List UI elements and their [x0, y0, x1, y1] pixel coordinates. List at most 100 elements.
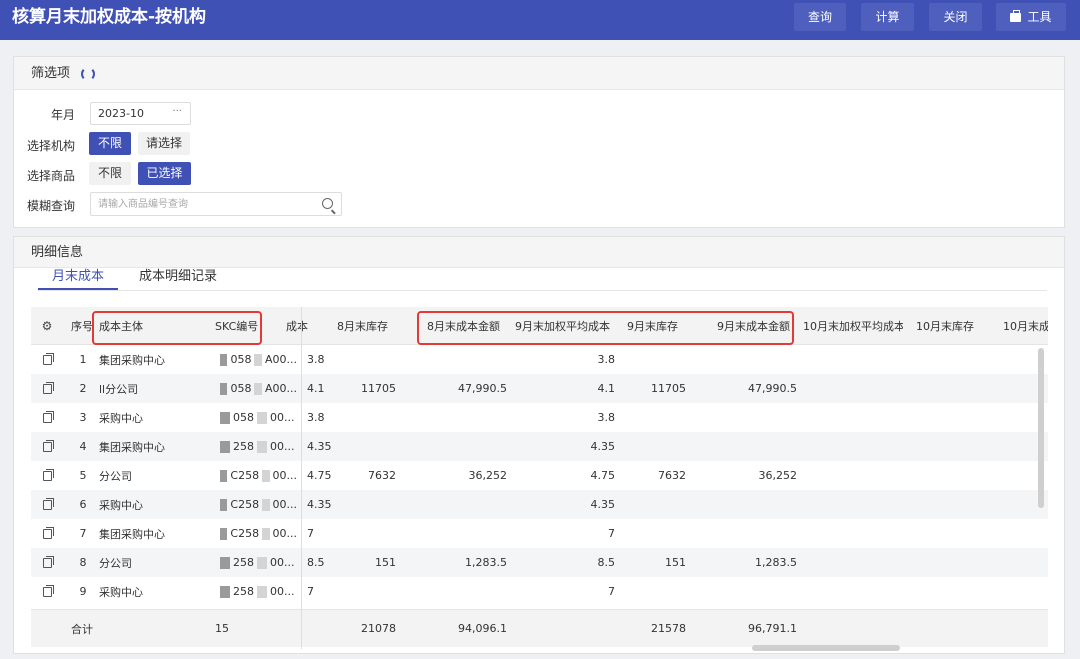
redaction-mask [257, 411, 267, 424]
table-row[interactable]: 3 采购中心 058 00... 3.8 3.8 [31, 403, 1048, 432]
org-unlimited-chip[interactable]: 不限 [89, 132, 131, 155]
table-row[interactable]: 9 采购中心 258 00... 7 7 [31, 577, 1048, 606]
cell-stock9 [631, 403, 686, 432]
cell-amount9 [721, 577, 797, 606]
cell-skc-part-b: 00... [272, 498, 298, 511]
vertical-scrollbar[interactable] [1038, 348, 1044, 508]
detail-panel: 明细信息 月末成本 成本明细记录 ⚙ 序号 成本主体 SKC编号 成本 8月末库… [13, 236, 1065, 654]
cell-skc-part-a: C258 [230, 469, 260, 482]
tab-month-end-cost[interactable]: 月末成本 [52, 265, 104, 284]
table-row[interactable]: 5 分公司 C258 00... 4.75 7632 36,252 4.75 7632 36,25… [31, 461, 1048, 490]
cell-stock8 [341, 403, 396, 432]
cell-cost-subject: 采购中心 [99, 411, 143, 425]
tabs-divider [38, 290, 1047, 291]
cell-seq: 2 [79, 382, 87, 395]
query-button[interactable]: 查询 [794, 3, 846, 31]
refresh-icon[interactable] [81, 67, 95, 81]
col-cost-subject: 成本主体 [99, 319, 143, 333]
cell-amount9: 36,252 [758, 469, 798, 482]
copy-icon[interactable] [37, 432, 57, 461]
cell-skc: C258 00... [217, 461, 297, 490]
tab-cost-detail-records[interactable]: 成本明细记录 [139, 265, 217, 284]
table-row[interactable]: 6 采购中心 C258 00... 4.35 4.35 [31, 490, 1048, 519]
cell-skc-part-a: 058 [230, 353, 252, 366]
goods-unlimited-chip[interactable]: 不限 [89, 162, 131, 185]
column-settings-icon[interactable]: ⚙ [31, 307, 63, 344]
goods-selected-chip[interactable]: 已选择 [138, 162, 191, 185]
filter-panel: 筛选项 年月 2023-10 ··· 选择机构 不限 请选择 选择商品 不限 已… [13, 56, 1065, 228]
copy-icon[interactable] [37, 577, 57, 606]
filter-panel-header: 筛选项 [14, 57, 1064, 90]
cell-amount8 [431, 403, 507, 432]
cell-cost-subject: ll分公司 [99, 382, 139, 396]
copy-icon[interactable] [37, 403, 57, 432]
year-month-picker[interactable]: 2023-10 ··· [90, 102, 191, 125]
cell-amount9 [721, 403, 797, 432]
cell-cost-subject: 分公司 [99, 469, 132, 483]
copy-icon[interactable] [37, 345, 57, 374]
search-input[interactable] [98, 193, 308, 215]
table-row[interactable]: 2 ll分公司 058 A00... 4.1 11705 47,990.5 4.1 11705 4… [31, 374, 1048, 403]
cell-cost-subject: 集团采购中心 [99, 353, 165, 367]
footer-total-label: 合计 [71, 622, 93, 636]
col-stock9: 9月末库存 [627, 319, 678, 333]
footer-amount9: 96,791.1 [748, 622, 797, 635]
table-row[interactable]: 8 分公司 258 00... 8.5 151 1,283.5 8.5 151 1,283.5 [31, 548, 1048, 577]
copy-icon[interactable] [37, 461, 57, 490]
cell-avg9: 7 [608, 527, 615, 540]
year-month-label: 年月 [50, 108, 75, 122]
col-amount9: 9月末成本金额 [717, 319, 790, 333]
cell-stock9 [631, 577, 686, 606]
cell-amount9 [721, 490, 797, 519]
table-row[interactable]: 4 集团采购中心 258 00... 4.35 4.35 [31, 432, 1048, 461]
redaction-mask [220, 469, 228, 482]
search-box [90, 192, 342, 216]
org-label: 选择机构 [26, 139, 75, 153]
cell-avg9: 4.1 [597, 382, 616, 395]
cell-stock9 [631, 519, 686, 548]
col-stock10: 10月末库存 [916, 319, 974, 333]
copy-icon[interactable] [37, 374, 57, 403]
redaction-mask [257, 556, 267, 569]
col-amount8: 8月末成本金额 [427, 319, 500, 333]
cell-seq: 7 [79, 527, 87, 540]
cell-amount9: 47,990.5 [748, 382, 797, 395]
cell-stock8 [341, 432, 396, 461]
compute-button[interactable]: 计算 [861, 3, 914, 31]
cell-avg9: 4.75 [590, 469, 616, 482]
org-choose-chip[interactable]: 请选择 [138, 132, 190, 155]
cell-cost-subject: 分公司 [99, 556, 132, 570]
copy-icon[interactable] [37, 519, 57, 548]
copy-icon[interactable] [37, 548, 57, 577]
cell-skc-part-b: 00... [270, 440, 295, 453]
cell-stock9 [631, 432, 686, 461]
table-row[interactable]: 1 集团采购中心 058 A00... 3.8 3.8 [31, 345, 1048, 374]
close-button[interactable]: 关闭 [929, 3, 982, 31]
cell-skc-part-a: 258 [233, 556, 254, 569]
tools-button[interactable]: 工具 [996, 3, 1066, 31]
horizontal-scrollbar[interactable] [752, 645, 900, 651]
table-row[interactable]: 7 集团采购中心 C258 00... 7 7 [31, 519, 1048, 548]
redaction-mask [220, 382, 228, 395]
redaction-mask [220, 585, 230, 598]
copy-icon[interactable] [37, 490, 57, 519]
cell-cost-subject: 采购中心 [99, 498, 143, 512]
more-icon: ··· [172, 106, 182, 117]
col-avg9: 9月末加权平均成本 [515, 319, 610, 333]
search-icon[interactable] [322, 198, 333, 209]
redaction-mask [220, 353, 228, 366]
cell-amount9 [721, 432, 797, 461]
cell-skc-part-b: 00... [272, 469, 298, 482]
col-stock8: 8月末库存 [337, 319, 388, 333]
cell-stock9: 151 [665, 556, 686, 569]
cell-amount8 [431, 432, 507, 461]
cell-stock9 [631, 345, 686, 374]
detail-title: 明细信息 [31, 245, 84, 260]
cell-seq: 3 [79, 411, 87, 424]
filter-title: 筛选项 [31, 66, 71, 81]
cell-stock8 [341, 577, 396, 606]
cell-cost-subject: 集团采购中心 [99, 440, 165, 454]
footer-amount8: 94,096.1 [458, 622, 507, 635]
cell-skc: 058 A00... [217, 374, 297, 403]
cell-skc: C258 00... [217, 519, 297, 548]
